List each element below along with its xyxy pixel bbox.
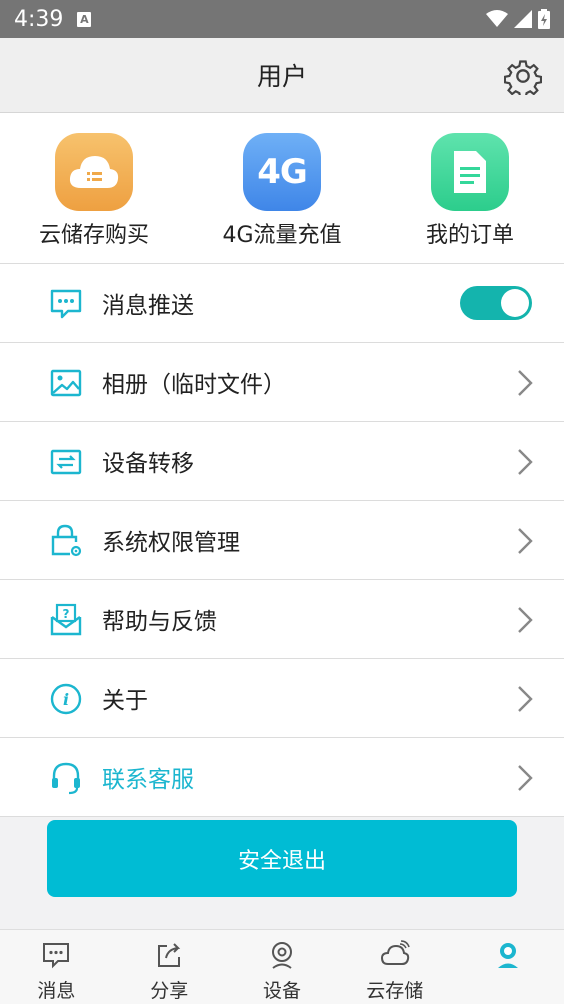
tab-cloud-storage-label: 云存储 bbox=[366, 980, 424, 1002]
toggle-knob bbox=[501, 289, 529, 317]
message-chat-icon bbox=[50, 289, 82, 319]
chevron-right-icon bbox=[518, 449, 533, 475]
menu-item-about[interactable]: i 关于 bbox=[0, 659, 564, 738]
tab-user[interactable] bbox=[451, 930, 564, 1004]
chevron-right-icon bbox=[518, 765, 533, 791]
chevron-right-icon bbox=[518, 370, 533, 396]
push-notifications-label: 消息推送 bbox=[102, 293, 194, 319]
status-time: 4:39 bbox=[14, 6, 64, 32]
svg-text:?: ? bbox=[63, 607, 70, 621]
cloud-icon bbox=[380, 940, 410, 965]
my-orders-label: 我的订单 bbox=[425, 223, 514, 248]
settings-menu: 消息推送 相册（临时文件） 设备转移 系统权限管理 ? 帮助与反馈 i 关于 联… bbox=[0, 264, 564, 817]
notification-icon: A bbox=[77, 11, 92, 27]
chevron-right-icon bbox=[518, 528, 533, 554]
device-transfer-label: 设备转移 bbox=[102, 451, 194, 477]
help-feedback-icon: ? bbox=[50, 603, 82, 636]
album-label: 相册（临时文件） bbox=[102, 372, 286, 398]
status-bar: 4:39 A bbox=[0, 0, 564, 38]
order-document-icon bbox=[431, 133, 509, 211]
status-icons bbox=[486, 9, 550, 29]
device-camera-icon bbox=[271, 942, 292, 969]
permission-lock-icon bbox=[51, 524, 82, 557]
quick-actions-panel: 云储存购买 4G 4G流量充值 我的订单 bbox=[0, 113, 564, 264]
menu-item-push-notifications: 消息推送 bbox=[0, 264, 564, 343]
battery-icon bbox=[538, 9, 550, 29]
cell-signal-icon bbox=[514, 10, 532, 28]
permissions-label: 系统权限管理 bbox=[102, 530, 240, 556]
4g-topup-label: 4G流量充值 bbox=[222, 223, 342, 248]
settings-gear-icon[interactable] bbox=[504, 57, 542, 95]
menu-item-customer-service[interactable]: 联系客服 bbox=[0, 738, 564, 817]
4g-icon: 4G bbox=[243, 133, 321, 211]
chevron-right-icon bbox=[518, 686, 533, 712]
share-icon bbox=[158, 943, 181, 967]
push-notifications-toggle[interactable] bbox=[460, 286, 532, 320]
menu-item-album[interactable]: 相册（临时文件） bbox=[0, 343, 564, 422]
logout-button[interactable]: 安全退出 bbox=[47, 820, 517, 897]
photo-album-icon bbox=[50, 369, 82, 397]
tab-devices-label: 设备 bbox=[262, 980, 301, 1002]
customer-service-label: 联系客服 bbox=[102, 767, 194, 793]
tab-messages-label: 消息 bbox=[37, 980, 76, 1002]
menu-item-permissions[interactable]: 系统权限管理 bbox=[0, 501, 564, 580]
4g-icon-text: 4G bbox=[257, 152, 308, 192]
menu-item-device-transfer[interactable]: 设备转移 bbox=[0, 422, 564, 501]
headset-icon bbox=[52, 762, 80, 795]
cloud-storage-purchase-label: 云储存购买 bbox=[38, 223, 149, 248]
svg-text:i: i bbox=[63, 690, 69, 709]
device-transfer-icon bbox=[50, 449, 82, 475]
user-icon bbox=[497, 943, 518, 968]
cloud-storage-icon bbox=[55, 133, 133, 211]
info-icon: i bbox=[50, 683, 82, 715]
tab-share-label: 分享 bbox=[150, 980, 189, 1002]
bottom-tab-bar: 消息 分享 设备 云存储 bbox=[0, 929, 564, 1004]
tab-cloud-storage[interactable]: 云存储 bbox=[338, 930, 451, 1004]
tab-messages[interactable]: 消息 bbox=[0, 930, 113, 1004]
page-title: 用户 bbox=[256, 62, 307, 91]
my-orders-button[interactable]: 我的订单 bbox=[376, 113, 564, 264]
message-icon bbox=[43, 943, 70, 969]
about-label: 关于 bbox=[102, 688, 148, 714]
menu-item-help-feedback[interactable]: ? 帮助与反馈 bbox=[0, 580, 564, 659]
help-feedback-label: 帮助与反馈 bbox=[102, 609, 217, 635]
chevron-right-icon bbox=[518, 607, 533, 633]
tab-share[interactable]: 分享 bbox=[113, 930, 226, 1004]
cloud-storage-purchase-button[interactable]: 云储存购买 bbox=[0, 113, 188, 264]
4g-topup-button[interactable]: 4G 4G流量充值 bbox=[188, 113, 376, 264]
app-header: 用户 bbox=[0, 38, 564, 113]
tab-devices[interactable]: 设备 bbox=[226, 930, 339, 1004]
wifi-icon bbox=[486, 10, 508, 27]
